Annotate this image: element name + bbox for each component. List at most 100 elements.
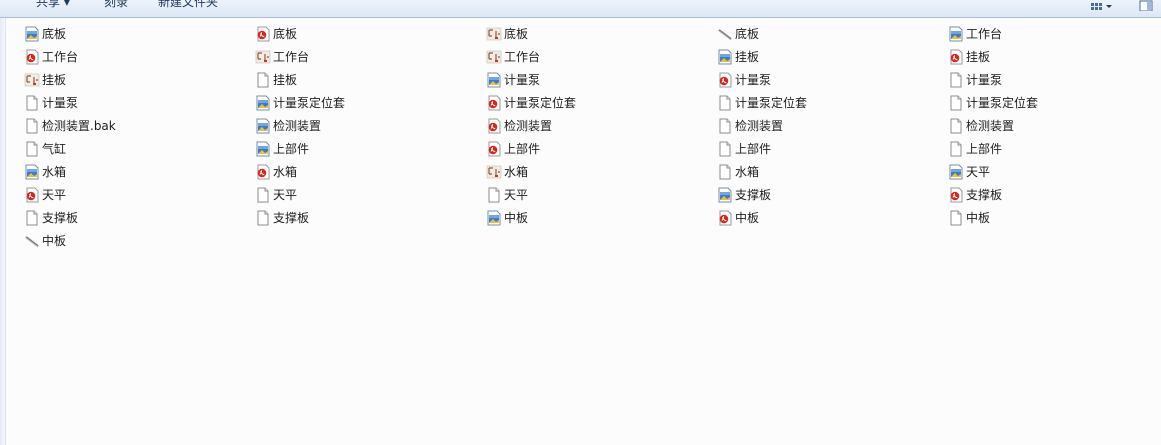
file-name-label: 上部件 (735, 142, 772, 156)
blank-file-icon (948, 141, 964, 157)
file-item[interactable]: 挂板 (255, 70, 297, 90)
file-item[interactable]: 计量泵定位套 (948, 93, 1038, 113)
blank-file-icon (255, 72, 271, 88)
blank-file-icon (24, 118, 40, 134)
file-item[interactable]: 工作台 (948, 24, 1002, 44)
blank-file-icon (24, 95, 40, 111)
file-item[interactable]: 计量泵 (486, 70, 540, 90)
file-item[interactable]: 水箱 (24, 162, 66, 182)
file-name-label: 底板 (273, 27, 298, 41)
file-name-label: 中板 (966, 211, 991, 225)
pdf-icon (255, 164, 271, 180)
file-name-label: 工作台 (273, 50, 310, 64)
file-item[interactable]: 工作台 (255, 47, 309, 67)
image-icon (24, 164, 40, 180)
file-item[interactable]: 检测装置 (717, 116, 783, 136)
blank-file-icon (255, 210, 271, 226)
file-item[interactable]: 天平 (486, 185, 528, 205)
file-name-label: 天平 (504, 188, 529, 202)
file-item[interactable]: 底板 (255, 24, 297, 44)
file-item[interactable]: 检测装置.bak (24, 116, 116, 136)
image-icon (717, 187, 733, 203)
burn-button[interactable]: 刻录 (104, 0, 128, 10)
file-name-label: 计量泵定位套 (273, 96, 346, 110)
file-name-label: 计量泵 (504, 73, 541, 87)
file-item[interactable]: 计量泵定位套 (486, 93, 576, 113)
file-item[interactable]: 天平 (948, 162, 990, 182)
drawing-thumb-icon (486, 164, 502, 180)
file-item[interactable]: 中板 (486, 208, 528, 228)
file-item[interactable]: 计量泵 (24, 93, 78, 113)
file-item[interactable]: 挂板 (717, 47, 759, 67)
file-item[interactable]: 检测装置 (255, 116, 321, 136)
file-item[interactable]: 上部件 (717, 139, 771, 159)
file-item[interactable]: 支撑板 (717, 185, 771, 205)
file-name-label: 检测装置 (735, 119, 784, 133)
file-item[interactable]: 气缸 (24, 139, 66, 159)
pdf-icon (255, 26, 271, 42)
blank-file-icon (717, 141, 733, 157)
file-item[interactable]: 上部件 (948, 139, 1002, 159)
file-list[interactable]: 底板 底板 底板 底板 工作台 工作台 工作台 工作台 挂板 挂板 挂板 挂板 计量泵 计量泵 计量泵 计量泵… (6, 18, 1161, 445)
file-item[interactable]: 天平 (255, 185, 297, 205)
file-item[interactable]: 上部件 (486, 139, 540, 159)
file-item[interactable]: 底板 (486, 24, 528, 44)
file-name-label: 支撑板 (42, 211, 79, 225)
file-name-label: 水箱 (273, 165, 298, 179)
file-item[interactable]: 计量泵 (717, 70, 771, 90)
file-name-label: 挂板 (42, 73, 67, 87)
preview-pane-icon (1139, 0, 1153, 12)
file-item[interactable]: 水箱 (486, 162, 528, 182)
image-icon (255, 141, 271, 157)
file-item[interactable]: 挂板 (948, 47, 990, 67)
file-item[interactable]: 水箱 (255, 162, 297, 182)
file-name-label: 挂板 (966, 50, 991, 64)
blank-file-icon (948, 210, 964, 226)
file-name-label: 底板 (735, 27, 760, 41)
file-name-label: 挂板 (273, 73, 298, 87)
file-item[interactable]: 挂板 (24, 70, 66, 90)
file-name-label: 检测装置 (966, 119, 1015, 133)
change-view-button[interactable] (1089, 0, 1115, 11)
blank-file-icon (948, 118, 964, 134)
file-item[interactable]: 支撑板 (948, 185, 1002, 205)
file-item[interactable]: 中板 (948, 208, 990, 228)
file-item[interactable]: 中板 (717, 208, 759, 228)
file-item[interactable]: 天平 (24, 185, 66, 205)
file-name-label: 上部件 (966, 142, 1003, 156)
file-name-label: 中板 (42, 234, 67, 248)
file-item[interactable]: 支撑板 (24, 208, 78, 228)
file-item[interactable]: 水箱 (717, 162, 759, 182)
file-item[interactable]: 计量泵 (948, 70, 1002, 90)
file-item[interactable]: 上部件 (255, 139, 309, 159)
file-name-label: 天平 (42, 188, 67, 202)
file-name-label: 上部件 (504, 142, 541, 156)
new-folder-button[interactable]: 新建文件夹 (158, 0, 218, 10)
file-name-label: 检测装置.bak (42, 119, 116, 133)
file-name-label: 中板 (504, 211, 529, 225)
file-name-label: 计量泵 (966, 73, 1003, 87)
file-name-label: 上部件 (273, 142, 310, 156)
file-item[interactable]: 支撑板 (255, 208, 309, 228)
share-menu-button[interactable]: 共享 ▾ (36, 0, 70, 10)
file-item[interactable]: 底板 (24, 24, 66, 44)
file-item[interactable]: 底板 (717, 24, 759, 44)
file-item[interactable]: 工作台 (24, 47, 78, 67)
image-icon (24, 26, 40, 42)
file-item[interactable]: 工作台 (486, 47, 540, 67)
file-name-label: 工作台 (966, 27, 1003, 41)
blank-file-icon (24, 210, 40, 226)
file-item[interactable]: 检测装置 (948, 116, 1014, 136)
file-item[interactable]: 检测装置 (486, 116, 552, 136)
pdf-icon (717, 72, 733, 88)
file-item[interactable]: 计量泵定位套 (717, 93, 807, 113)
file-item[interactable]: 中板 (24, 231, 66, 251)
drawing-thumb-icon (24, 72, 40, 88)
file-name-label: 计量泵定位套 (504, 96, 577, 110)
file-name-label: 挂板 (735, 50, 760, 64)
file-name-label: 检测装置 (273, 119, 322, 133)
file-name-label: 检测装置 (504, 119, 553, 133)
preview-pane-button[interactable] (1136, 0, 1156, 12)
file-item[interactable]: 计量泵定位套 (255, 93, 345, 113)
file-name-label: 工作台 (42, 50, 79, 64)
